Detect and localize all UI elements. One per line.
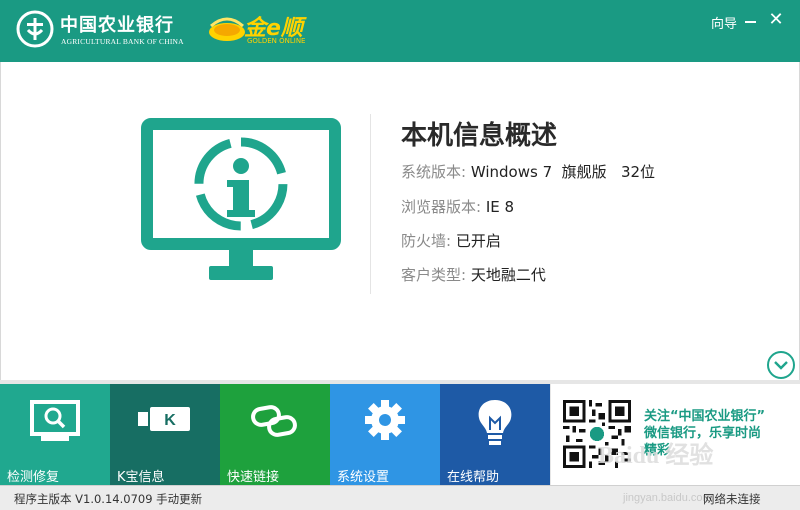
tile-kbao-info[interactable]: K K宝信息	[110, 384, 220, 485]
minimize-icon[interactable]	[741, 9, 761, 31]
tile-online-help[interactable]: 在线帮助	[440, 384, 550, 485]
bank-name-cn: 中国农业银行	[60, 15, 174, 36]
info-row-firewall: 防火墙: 已开启	[401, 230, 501, 251]
lightbulb-icon	[478, 400, 512, 445]
promo-line: 关注“中国农业银行”	[644, 409, 766, 424]
info-label: 客户类型:	[401, 266, 467, 284]
info-value: 天地融二代	[470, 266, 546, 284]
tile-system-settings[interactable]: 系统设置	[330, 384, 440, 485]
info-label: 系统版本:	[401, 163, 467, 181]
tile-label: K宝信息	[117, 470, 165, 485]
info-value: 已开启	[455, 232, 501, 250]
section-divider	[370, 114, 371, 294]
usb-key-icon: K	[138, 407, 190, 431]
bank-name-en: AGRICULTURAL BANK OF CHINA	[61, 37, 184, 46]
info-label: 浏览器版本:	[401, 198, 482, 216]
info-panel: 本机信息概述 系统版本: Windows 7 旗舰版 32位 浏览器版本: IE…	[0, 62, 800, 380]
watermark: Baidu 经验	[598, 443, 714, 469]
tile-quick-link[interactable]: 快速链接	[220, 384, 330, 485]
info-value: IE 8	[485, 198, 515, 216]
tile-label: 系统设置	[337, 470, 390, 485]
chevron-down-circle-icon[interactable]	[766, 350, 796, 380]
info-title: 本机信息概述	[401, 121, 558, 151]
gear-icon	[365, 400, 405, 440]
tile-label: 检测修复	[7, 470, 60, 485]
abc-logo-icon	[16, 10, 54, 48]
partner-subtitle: GOLDEN ONLINE	[247, 37, 306, 45]
tile-label: 快速链接	[227, 470, 280, 485]
tile-label: 在线帮助	[447, 470, 500, 485]
svg-text:K: K	[164, 412, 176, 429]
info-row-customer-type: 客户类型: 天地融二代	[401, 264, 546, 285]
watermark-url: jingyan.baidu.com	[623, 492, 712, 504]
tile-detect-repair[interactable]: 检测修复	[0, 384, 110, 485]
title-bar: 中国农业银行 AGRICULTURAL BANK OF CHINA 金e顺 GO…	[0, 0, 800, 62]
network-status: 网络未连接	[703, 492, 761, 506]
function-tiles: 检测修复 K K宝信息 快速链接 系统设置 在线帮助 关注“中国农业银行” 微信…	[0, 380, 800, 485]
monitor-info-icon	[141, 118, 341, 280]
info-value: Windows 7 旗舰版 32位	[470, 163, 656, 181]
version-status[interactable]: 程序主版本 V1.0.14.0709 手动更新	[14, 491, 202, 507]
status-bar: 程序主版本 V1.0.14.0709 手动更新 jingyan.baidu.co…	[0, 485, 800, 510]
info-row-system: 系统版本: Windows 7 旗舰版 32位	[401, 161, 655, 182]
guide-button[interactable]: 向导	[711, 13, 737, 32]
link-icon	[251, 405, 297, 437]
close-icon[interactable]: ✕	[764, 8, 788, 32]
info-row-browser: 浏览器版本: IE 8	[401, 196, 514, 217]
info-label: 防火墙:	[401, 232, 452, 250]
monitor-search-icon	[30, 400, 80, 441]
